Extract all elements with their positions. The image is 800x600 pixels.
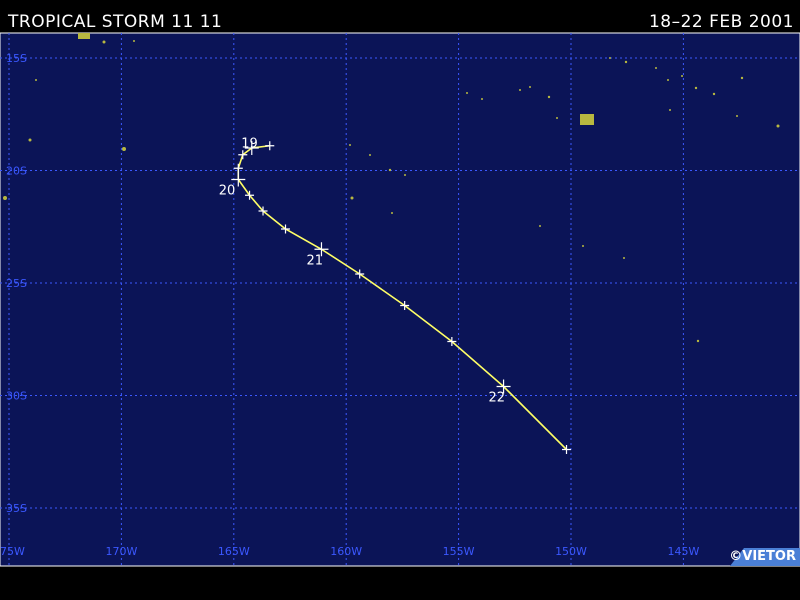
island: [391, 212, 393, 214]
watermark: ©VIETOR: [729, 549, 796, 564]
island: [466, 92, 468, 94]
island: [740, 76, 744, 80]
lat-label: 30S: [6, 390, 27, 403]
island: [582, 245, 584, 247]
island: [349, 144, 351, 146]
island: [102, 40, 106, 44]
lat-label: 20S: [6, 165, 27, 178]
lon-label: 175W: [0, 545, 25, 558]
island: [609, 57, 611, 59]
island: [694, 86, 698, 90]
island: [35, 79, 37, 81]
island: [623, 257, 625, 259]
island: [624, 60, 628, 64]
island: [28, 138, 32, 142]
island: [547, 95, 551, 99]
island: [712, 92, 716, 96]
island: [556, 117, 558, 119]
lon-label: 150W: [555, 545, 587, 558]
island: [776, 124, 780, 128]
island: [78, 33, 90, 39]
lon-label: 160W: [330, 545, 362, 558]
island: [696, 339, 700, 343]
day-label: 20: [219, 184, 236, 199]
storm-date-range: 18–22 FEB 2001: [648, 12, 794, 32]
map-canvas: 15S 20S 25S 30S 35S 175W 170W 165W 160W 155W 150W 1…: [0, 32, 800, 567]
island: [539, 225, 541, 227]
lat-label: 25S: [6, 277, 27, 290]
lon-label: 165W: [218, 545, 250, 558]
day-label: 22: [489, 391, 506, 406]
lon-label: 155W: [443, 545, 475, 558]
island: [3, 196, 7, 200]
island: [519, 89, 521, 91]
lat-label: 35S: [6, 502, 27, 515]
island: [122, 147, 126, 151]
storm-title: TROPICAL STORM 11 11: [8, 12, 223, 32]
ocean-background: [0, 32, 800, 567]
day-label: 21: [306, 253, 323, 268]
island: [404, 174, 406, 176]
island: [580, 114, 594, 125]
island: [655, 67, 657, 69]
island: [667, 79, 669, 81]
island: [350, 196, 354, 200]
day-label: 19: [241, 136, 258, 151]
lat-label: 15S: [6, 52, 27, 65]
island: [133, 40, 135, 42]
island: [481, 98, 483, 100]
island: [388, 168, 392, 172]
island: [529, 86, 531, 88]
island: [669, 109, 671, 111]
island: [681, 75, 683, 77]
lon-label: 170W: [105, 545, 137, 558]
island: [369, 154, 371, 156]
lon-label: 145W: [667, 545, 699, 558]
island: [736, 115, 738, 117]
